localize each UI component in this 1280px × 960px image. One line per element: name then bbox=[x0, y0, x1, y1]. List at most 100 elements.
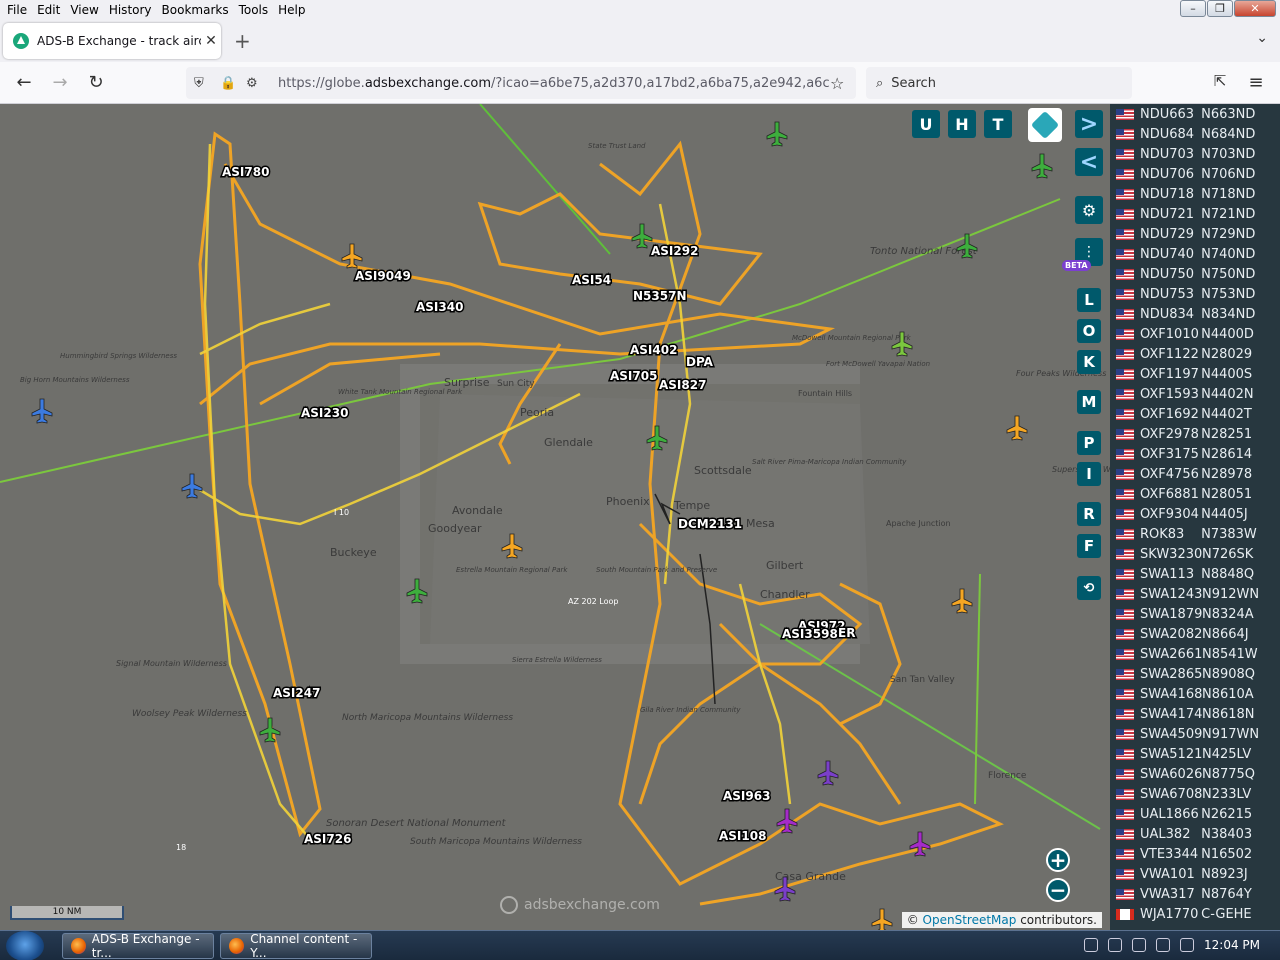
list-all-tabs-icon[interactable]: ⌄ bbox=[1256, 30, 1268, 46]
aircraft-row[interactable]: SKW3230 N726SK bbox=[1110, 544, 1280, 564]
aircraft-row[interactable]: OXF1010 N4400D bbox=[1110, 324, 1280, 344]
aircraft-row[interactable]: OXF3175 N28614 bbox=[1110, 444, 1280, 464]
zoom-in-button[interactable]: + bbox=[1046, 848, 1070, 872]
taskbar-item-firefox-adsb[interactable]: ADS-B Exchange - tr... bbox=[62, 932, 214, 960]
aircraft-row[interactable]: SWA4168 N8610A bbox=[1110, 684, 1280, 704]
forward-icon[interactable]: → bbox=[48, 72, 72, 93]
settings-gear-icon[interactable]: ⚙ bbox=[1075, 196, 1103, 224]
toggle-k-button[interactable]: K bbox=[1077, 350, 1101, 374]
menu-history[interactable]: History bbox=[105, 3, 156, 17]
aircraft-row[interactable]: SWA6708 N233LV bbox=[1110, 784, 1280, 804]
menu-tools[interactable]: Tools bbox=[235, 3, 273, 17]
aircraft-row[interactable]: NDU703 N703ND bbox=[1110, 144, 1280, 164]
bookmark-star-icon[interactable]: ☆ bbox=[830, 74, 856, 93]
aircraft-row[interactable]: SWA4174 N8618N bbox=[1110, 704, 1280, 724]
toggle-u-button[interactable]: U bbox=[912, 110, 940, 138]
aircraft-row[interactable]: NDU721 N721ND bbox=[1110, 204, 1280, 224]
aircraft-row[interactable]: SWA5121 N425LV bbox=[1110, 744, 1280, 764]
aircraft-row[interactable]: OXF9304 N4405J bbox=[1110, 504, 1280, 524]
map-canvas[interactable]: Surprise Sun City Peoria Glendale Phoeni… bbox=[0, 104, 1110, 930]
aircraft-row[interactable]: SWA2661 N8541W bbox=[1110, 644, 1280, 664]
place-label: Goodyear bbox=[428, 522, 482, 535]
menu-icon[interactable]: ≡ bbox=[1244, 72, 1268, 93]
network-icon[interactable] bbox=[1108, 938, 1122, 952]
aircraft-row[interactable]: VTE3344 N16502 bbox=[1110, 844, 1280, 864]
menu-file[interactable]: File bbox=[3, 3, 31, 17]
tab-adsb[interactable]: ADS-B Exchange - track aircraft ✕ bbox=[3, 23, 221, 59]
aircraft-row[interactable]: OXF1122 N28029 bbox=[1110, 344, 1280, 364]
aircraft-row[interactable]: SWA113 N8848Q bbox=[1110, 564, 1280, 584]
aircraft-row[interactable]: NDU750 N750ND bbox=[1110, 264, 1280, 284]
reload-icon[interactable]: ↻ bbox=[84, 72, 108, 93]
aircraft-row[interactable]: OXF1593 N4402N bbox=[1110, 384, 1280, 404]
toggle-p-button[interactable]: P bbox=[1077, 431, 1101, 455]
lock-icon[interactable]: 🔒 bbox=[220, 76, 238, 91]
menu-edit[interactable]: Edit bbox=[33, 3, 64, 17]
search-box[interactable]: ⌕ Search bbox=[866, 67, 1132, 99]
aircraft-row[interactable]: OXF4756 N28978 bbox=[1110, 464, 1280, 484]
aircraft-row[interactable]: NDU663 N663ND bbox=[1110, 104, 1280, 124]
layers-button[interactable] bbox=[1028, 108, 1062, 142]
back-icon[interactable]: ← bbox=[12, 72, 36, 93]
aircraft-row[interactable]: UAL1866 N26215 bbox=[1110, 804, 1280, 824]
aircraft-row[interactable]: VWA101 N8923J bbox=[1110, 864, 1280, 884]
aircraft-row[interactable]: SWA2082 N8664J bbox=[1110, 624, 1280, 644]
url-bar[interactable]: ⛨ 🔒 ⚙ https://globe.adsbexchange.com/?ic… bbox=[186, 67, 856, 99]
menu-help[interactable]: Help bbox=[274, 3, 309, 17]
bluetooth-icon[interactable] bbox=[1084, 938, 1098, 952]
action-center-icon[interactable] bbox=[1156, 938, 1170, 952]
aircraft-row[interactable]: SWA6026 N8775Q bbox=[1110, 764, 1280, 784]
start-button[interactable] bbox=[6, 931, 44, 960]
tracking-protection-icon[interactable]: ⛨ bbox=[194, 76, 212, 91]
aircraft-table[interactable]: NDU663 N663ND NDU684 N684ND NDU703 N703ND NDU7… bbox=[1110, 104, 1280, 930]
volume-icon[interactable] bbox=[1180, 938, 1194, 952]
toggle-o-button[interactable]: O bbox=[1077, 319, 1101, 343]
toggle-m-button[interactable]: M bbox=[1077, 390, 1101, 414]
replay-icon[interactable]: ⟲ bbox=[1077, 576, 1101, 600]
toggle-r-button[interactable]: R bbox=[1077, 502, 1101, 526]
minimize-button[interactable]: – bbox=[1180, 0, 1206, 17]
taskbar-clock[interactable]: 12:04 PM bbox=[1204, 938, 1260, 952]
aircraft-row[interactable]: OXF1692 N4402T bbox=[1110, 404, 1280, 424]
toggle-l-button[interactable]: L bbox=[1077, 288, 1101, 312]
aircraft-row[interactable]: SWA2865 N8908Q bbox=[1110, 664, 1280, 684]
aircraft-row[interactable]: NDU729 N729ND bbox=[1110, 224, 1280, 244]
expand-panel-button[interactable]: > bbox=[1075, 110, 1103, 138]
aircraft-row[interactable]: NDU706 N706ND bbox=[1110, 164, 1280, 184]
restore-button[interactable]: ❐ bbox=[1207, 0, 1233, 17]
extensions-icon[interactable]: ⇱ bbox=[1208, 72, 1232, 90]
aircraft-row[interactable]: SWA1243 N912WN bbox=[1110, 584, 1280, 604]
menu-bookmarks[interactable]: Bookmarks bbox=[158, 3, 233, 17]
close-window-button[interactable]: ✕ bbox=[1234, 0, 1276, 17]
place-label: Big Horn Mountains Wilderness bbox=[20, 376, 130, 384]
aircraft-row[interactable]: OXF1197 N4400S bbox=[1110, 364, 1280, 384]
aircraft-row[interactable]: UAL382 N38403 bbox=[1110, 824, 1280, 844]
aircraft-row[interactable]: ROK83 N7383W bbox=[1110, 524, 1280, 544]
aircraft-row[interactable]: OXF2978 N28251 bbox=[1110, 424, 1280, 444]
aircraft-row[interactable]: NDU834 N834ND bbox=[1110, 304, 1280, 324]
aircraft-row[interactable]: NDU740 N740ND bbox=[1110, 244, 1280, 264]
permissions-icon[interactable]: ⚙ bbox=[246, 76, 264, 91]
aircraft-row[interactable]: WJA1770 C-GEHE bbox=[1110, 904, 1280, 924]
url-text[interactable]: https://globe.adsbexchange.com/?icao=a6b… bbox=[278, 76, 830, 91]
zoom-out-button[interactable]: − bbox=[1046, 878, 1070, 902]
new-tab-button[interactable]: + bbox=[234, 29, 251, 53]
aircraft-row[interactable]: SWA4509 N917WN bbox=[1110, 724, 1280, 744]
map-view[interactable]: Surprise Sun City Peoria Glendale Phoeni… bbox=[0, 104, 1110, 930]
toggle-h-button[interactable]: H bbox=[948, 110, 976, 138]
taskbar-item-firefox-channel[interactable]: Channel content - Y... bbox=[220, 932, 372, 960]
aircraft-row[interactable]: NDU753 N753ND bbox=[1110, 284, 1280, 304]
aircraft-row[interactable]: SWA1879 N8324A bbox=[1110, 604, 1280, 624]
toggle-i-button[interactable]: I bbox=[1077, 462, 1101, 486]
clock-tray-icon[interactable] bbox=[1132, 938, 1146, 952]
aircraft-row[interactable]: OXF6881 N28051 bbox=[1110, 484, 1280, 504]
toggle-f-button[interactable]: F bbox=[1077, 534, 1101, 558]
collapse-panel-button[interactable]: < bbox=[1075, 148, 1103, 176]
toggle-t-button[interactable]: T bbox=[984, 110, 1012, 138]
menu-view[interactable]: View bbox=[66, 3, 102, 17]
aircraft-row[interactable]: NDU684 N684ND bbox=[1110, 124, 1280, 144]
aircraft-row[interactable]: NDU718 N718ND bbox=[1110, 184, 1280, 204]
osm-link[interactable]: OpenStreetMap bbox=[923, 913, 1017, 927]
close-tab-icon[interactable]: ✕ bbox=[201, 33, 221, 49]
aircraft-row[interactable]: VWA317 N8764Y bbox=[1110, 884, 1280, 904]
